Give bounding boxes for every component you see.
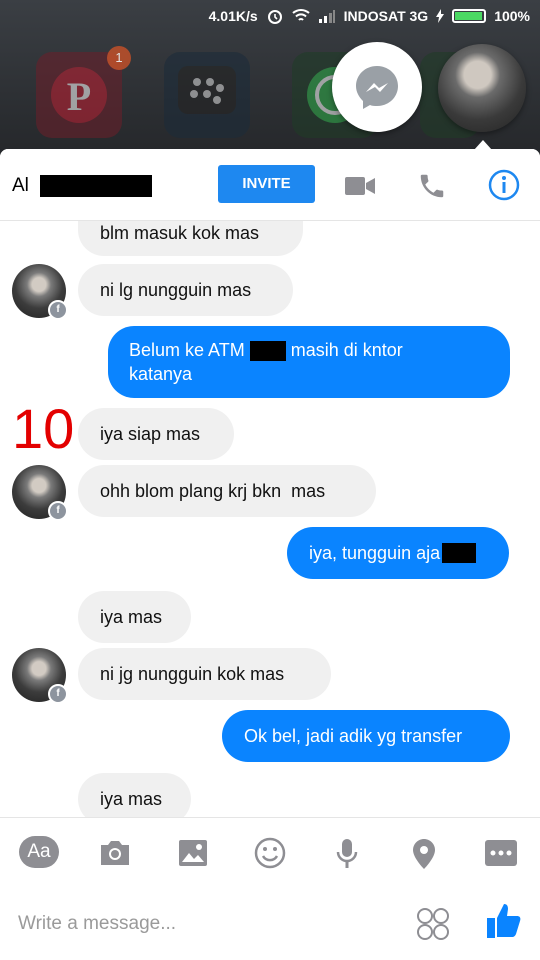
charging-icon [436,9,445,23]
message-text: ni lg nungguin mas [100,280,252,300]
wifi-icon [291,9,310,21]
chat-header: Al INVITE [0,149,540,221]
redaction-block [249,341,286,362]
message-bubble-incoming[interactable]: ni lg nungguin mas [78,264,293,316]
like-thumb-icon[interactable] [486,902,522,940]
text-style-button[interactable]: Aa [19,836,59,868]
contact-chat-head[interactable] [438,44,526,132]
annotation-number: 10 [12,397,75,460]
contact-avatar[interactable]: f [12,465,68,521]
location-icon[interactable] [411,838,437,870]
alarm-icon [267,10,282,24]
notification-badge: 1 [107,46,131,70]
message-text-part: Belum ke ATM [129,340,245,360]
message-text-part: masih di kntor [285,340,403,360]
phone-call-icon[interactable] [417,171,447,201]
composer-toolbar: Aa [0,817,540,888]
message-input[interactable]: Write a message... [18,913,176,935]
message-text-part: katanya [129,364,193,384]
contact-name: Al [12,175,29,196]
message-bubble-incoming[interactable]: ni jg nungguin kok mas [78,648,331,700]
message-bubble-outgoing[interactable]: iya, tungguin aja [287,527,509,579]
more-icon[interactable] [485,840,517,866]
message-text: iya mas [100,789,163,809]
battery-icon [452,9,487,23]
microphone-icon[interactable] [336,838,358,870]
composer: Write a message... [0,887,540,960]
emoji-icon[interactable] [254,837,286,869]
message-text: ni jg nungguin kok mas [100,664,285,684]
gallery-icon[interactable] [178,838,208,868]
message-bubble-outgoing[interactable]: Ok bel, jadi adik yg transfer [222,710,510,762]
chat-panel: Al INVITE blm masuk kok mas f ni lg nung… [0,149,540,960]
messenger-chat-head[interactable] [332,42,422,132]
messenger-icon [356,66,398,109]
message-text: iya siap mas [100,424,201,444]
carrier-name: INDOSAT 3G [343,8,429,24]
network-speed: 4.01K/s [208,8,258,24]
aa-label: Aa [27,841,51,862]
message-bubble-incoming[interactable]: blm masuk kok mas [78,221,303,256]
message-list[interactable]: blm masuk kok mas f ni lg nungguin mas 1… [0,221,540,817]
video-call-icon[interactable] [344,175,376,197]
sticker-icon[interactable] [416,907,450,941]
status-bar: 4.01K/s INDOSAT 3G 100% [0,0,540,32]
name-redaction [40,175,152,197]
invite-button[interactable]: INVITE [218,165,315,203]
contact-avatar[interactable]: f [12,264,68,320]
facebook-badge-icon: f [48,684,68,704]
message-bubble-incoming[interactable]: iya mas [78,773,191,817]
message-text: ohh blom plang krj bkn mas [100,481,326,501]
message-bubble-incoming[interactable]: ohh blom plang krj bkn mas [78,465,376,517]
camera-icon[interactable] [98,838,132,868]
facebook-badge-icon: f [48,300,68,320]
signal-icon [318,10,335,23]
message-text: iya mas [100,607,163,627]
message-text: Belum ke ATM masih di kntor katanya [129,338,403,386]
svg-text:P: P [67,74,91,119]
bbm-app-icon[interactable] [164,52,250,138]
redaction-block [442,543,477,563]
facebook-badge-icon: f [48,501,68,521]
message-bubble-outgoing[interactable]: Belum ke ATM masih di kntor katanya [108,326,510,398]
battery-percent: 100% [494,8,530,24]
message-text: blm masuk kok mas [100,223,260,243]
contact-avatar[interactable]: f [12,648,68,704]
message-text: iya, tungguin aja [309,543,441,563]
message-text: Ok bel, jadi adik yg transfer [244,726,463,746]
info-icon[interactable] [488,169,520,201]
message-bubble-incoming[interactable]: iya siap mas [78,408,234,460]
message-bubble-incoming[interactable]: iya mas [78,591,191,643]
